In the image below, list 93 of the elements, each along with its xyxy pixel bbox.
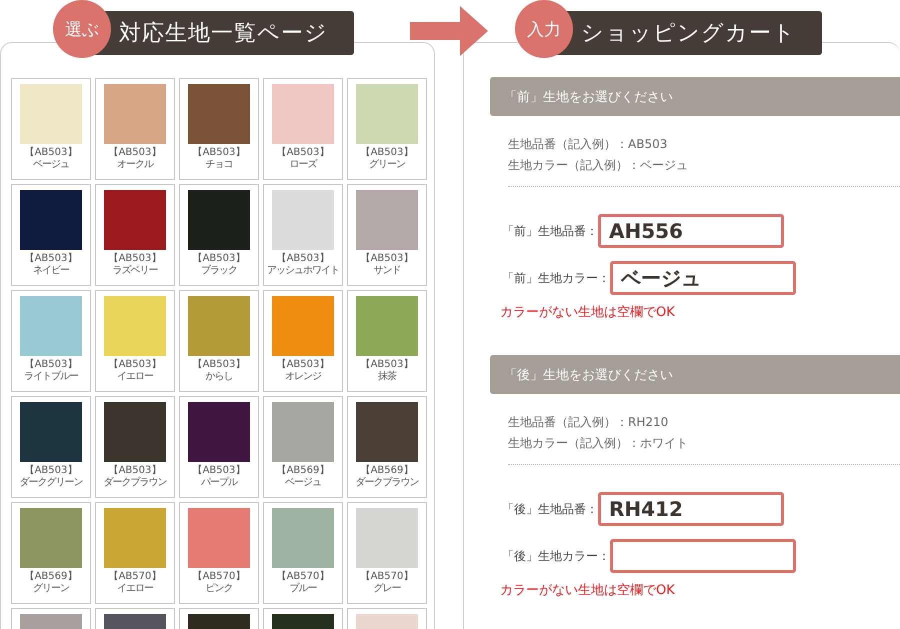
swatch-card[interactable]: 【AB570】 ピンク — [179, 502, 259, 604]
color-name: ダークグリーン — [20, 477, 82, 489]
step-badge: 入力 — [515, 0, 573, 58]
swatch-card[interactable]: 【AB569】 ダークブラウン — [347, 396, 427, 498]
swatch-card[interactable]: 【AB503】 ライトブルー — [11, 290, 91, 392]
color-name: オークル — [117, 159, 153, 171]
color-name: ネイビー — [33, 265, 69, 277]
field-label: 「後」生地品番： — [502, 500, 598, 518]
swatch-card[interactable]: 【AB503】 パープル — [179, 396, 259, 498]
product-code: 【AB570】 — [276, 571, 330, 582]
product-code: 【AB503】 — [276, 253, 330, 265]
product-code: 【AB503】 — [276, 147, 330, 159]
swatch-card[interactable]: 【AB503】 抹茶 — [347, 290, 427, 392]
color-name: イエロー — [117, 371, 153, 383]
color-name: グリーン — [33, 583, 69, 595]
product-code: 【AB570】 — [108, 571, 162, 583]
color-name: アッシュホワイト — [267, 265, 339, 277]
product-code: 【AB569】 — [24, 571, 78, 583]
product-code: 【AB503】 — [192, 465, 246, 476]
color-name: ラズベリー — [112, 265, 158, 277]
swatch-card[interactable]: 【AB503】 ブラック — [179, 184, 259, 286]
product-code: 【AB503】 — [24, 359, 78, 370]
product-code: 【AB503】 — [24, 465, 78, 477]
product-code: 【AB503】 — [108, 359, 162, 371]
color-name: イエロー — [117, 583, 153, 595]
field-label: 「後」生地カラー： — [502, 548, 610, 564]
product-code: 【AB503】 — [24, 147, 78, 159]
product-code: 【AB569】 — [360, 465, 414, 476]
swatch-card[interactable]: 【AB503】 オレンジ — [263, 290, 343, 392]
swatch-card[interactable]: 【AB503】 ダークグリーン — [11, 396, 91, 498]
swatch-card[interactable]: 【AB503】 チョコ — [179, 78, 259, 180]
swatch-card[interactable]: 【AB570】 イエロー — [95, 502, 175, 604]
swatch-card[interactable]: 【AB569】 グリーン — [11, 502, 91, 604]
field-label: 「前」生地カラー： — [502, 270, 610, 286]
color-name: ライトブルー — [24, 371, 78, 383]
color-name: オレンジ — [285, 371, 321, 383]
step-badge: 選ぶ — [53, 0, 111, 58]
section-heading: 「後」生地をお選びください — [490, 355, 900, 394]
color-name: ダークブラウン — [104, 477, 166, 489]
product-code: 【AB503】 — [108, 253, 162, 265]
input-field[interactable]: RH412 — [598, 492, 784, 526]
arrow-icon — [410, 6, 488, 56]
color-name: ブラック — [201, 265, 237, 277]
input-field[interactable] — [610, 539, 796, 573]
swatch-card[interactable]: 【AB503】 ベージュ — [11, 78, 91, 180]
color-name: ブルー — [290, 583, 316, 595]
product-code: 【AB570】 — [192, 571, 246, 583]
color-name: ベージュ — [285, 477, 321, 489]
swatch-card[interactable]: 【AB503】 ネイビー — [11, 184, 91, 286]
swatch-card[interactable]: 【AB503】 からし — [179, 290, 259, 392]
example-text: 生地カラー（記入例）：ホワイト — [508, 435, 689, 452]
example-text: 生地カラー（記入例）：ベージュ — [508, 157, 689, 174]
swatch-card[interactable]: 【AB503】 ダークブラウン — [95, 396, 175, 498]
example-text: 生地品番（記入例）：RH210 — [508, 414, 670, 431]
product-code: 【AB503】 — [108, 465, 162, 476]
color-name: サンド — [374, 265, 400, 277]
swatch-card[interactable]: 【AB503】 グリーン — [347, 78, 427, 180]
swatch-card[interactable]: 【AB570】 グレー — [347, 502, 427, 604]
swatch-card[interactable]: 【AB503】 イエロー — [95, 290, 175, 392]
note-text: カラーがない生地は空欄でOK — [499, 582, 676, 599]
color-name: ダークブラウン — [356, 477, 418, 489]
color-name: ピンク — [206, 583, 232, 595]
color-name: からし — [206, 371, 232, 383]
product-code: 【AB503】 — [360, 253, 414, 265]
color-name: パープル — [201, 477, 237, 489]
product-code: 【AB503】 — [24, 253, 78, 265]
product-code: 【AB503】 — [360, 147, 414, 159]
color-name: グリーン — [369, 159, 405, 171]
swatch-card[interactable]: 【AB503】 ローズ — [263, 78, 343, 180]
product-code: 【AB503】 — [192, 359, 246, 371]
swatch-card[interactable]: 【AB503】 サンド — [347, 184, 427, 286]
product-code: 【AB569】 — [276, 465, 330, 477]
color-name: 抹茶 — [378, 371, 396, 383]
product-code: 【AB570】 — [360, 571, 414, 583]
swatch-card[interactable]: 【AB569】 ベージュ — [263, 396, 343, 498]
product-code: 【AB503】 — [192, 147, 246, 159]
product-code: 【AB503】 — [276, 359, 330, 371]
example-text: 生地品番（記入例）：AB503 — [508, 136, 668, 153]
swatch-card[interactable]: 【AB503】 アッシュホワイト — [263, 184, 343, 286]
product-code: 【AB503】 — [108, 147, 162, 159]
swatch-card[interactable]: 【AB503】 オークル — [95, 78, 175, 180]
section-heading: 「前」生地をお選びください — [490, 77, 900, 116]
note-text: カラーがない生地は空欄でOK — [499, 304, 676, 321]
color-name: ローズ — [290, 159, 316, 171]
color-name: グレー — [374, 583, 400, 595]
input-field[interactable]: AH556 — [598, 214, 784, 248]
field-label: 「前」生地品番： — [502, 222, 598, 240]
product-code: 【AB503】 — [360, 359, 414, 370]
color-name: チョコ — [206, 159, 232, 171]
swatch-card[interactable]: 【AB503】 ラズベリー — [95, 184, 175, 286]
product-code: 【AB503】 — [192, 253, 246, 264]
swatch-card[interactable]: 【AB570】 ブルー — [263, 502, 343, 604]
color-name: ベージュ — [33, 159, 69, 171]
